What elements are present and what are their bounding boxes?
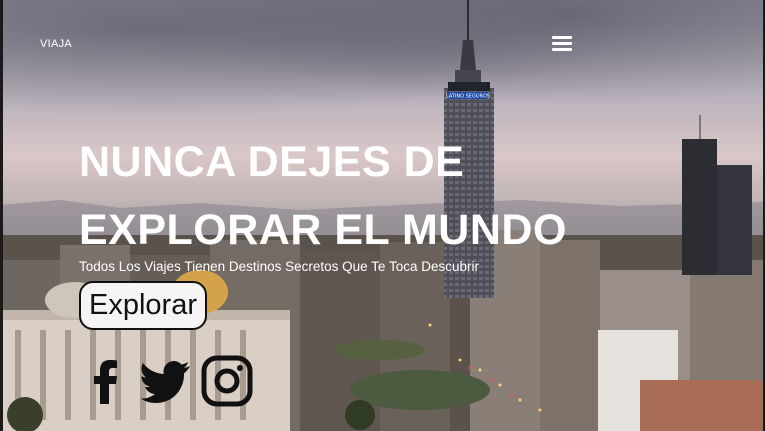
explore-button[interactable]: Explorar — [79, 281, 207, 330]
hero-subtitle: Todos Los Viajes Tienen Destinos Secreto… — [79, 259, 479, 274]
headline-line-1: NUNCA DEJES DE — [79, 138, 465, 186]
tower-sign: LATINO SEGUROS — [446, 94, 490, 100]
headline-line-2: EXPLORAR EL MUNDO — [79, 206, 567, 254]
social-links — [80, 354, 254, 408]
menu-bar — [552, 42, 572, 45]
skyscraper-illustration — [682, 115, 752, 275]
instagram-icon[interactable] — [200, 354, 254, 408]
site-logo[interactable]: VIAJA — [40, 38, 72, 50]
facebook-icon[interactable] — [80, 354, 134, 408]
twitter-icon[interactable] — [140, 354, 194, 408]
menu-bar — [552, 48, 572, 51]
hamburger-menu-icon[interactable] — [552, 36, 572, 52]
menu-bar — [552, 36, 572, 39]
sky-clouds — [0, 0, 765, 140]
frame-border-left — [0, 0, 3, 431]
hero-headline: NUNCA DEJES DE EXPLORAR EL MUNDO — [79, 128, 567, 264]
